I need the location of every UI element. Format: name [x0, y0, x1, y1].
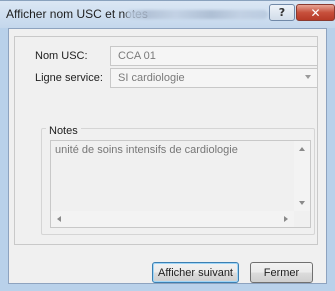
scrollbar-corner [294, 211, 310, 227]
notes-textarea[interactable]: unité de soins intensifs de cardiologie [50, 140, 311, 228]
close-icon: ✕ [310, 5, 321, 20]
help-button[interactable]: ? [269, 4, 295, 21]
horizontal-scrollbar[interactable] [51, 211, 294, 227]
nom-usc-field[interactable]: CCA 01 [110, 46, 318, 66]
ligne-service-select[interactable]: SI cardiologie [110, 68, 318, 88]
close-window-button[interactable]: ✕ [296, 4, 335, 21]
notes-text: unité de soins intensifs de cardiologie [55, 144, 238, 156]
title-bar[interactable]: Afficher nom USC et notes ? ✕ [0, 1, 335, 28]
scroll-down-icon[interactable] [299, 201, 305, 205]
ligne-service-value: SI cardiologie [118, 72, 185, 84]
scroll-left-icon[interactable] [57, 216, 61, 222]
ligne-service-label: Ligne service: [35, 72, 103, 84]
fermer-button[interactable]: Fermer [250, 262, 313, 283]
dialog-window: Afficher nom USC et notes ? ✕ Nom USC: C… [0, 0, 335, 291]
vertical-scrollbar[interactable] [294, 141, 310, 211]
question-icon: ? [278, 6, 286, 19]
afficher-suivant-button[interactable]: Afficher suivant [152, 262, 239, 283]
nom-usc-label: Nom USC: [35, 50, 88, 62]
notes-group-title: Notes [46, 125, 81, 137]
chevron-down-icon[interactable] [305, 75, 311, 79]
scroll-up-icon[interactable] [299, 147, 305, 151]
scroll-right-icon[interactable] [284, 216, 288, 222]
redacted-title-area [126, 10, 268, 19]
